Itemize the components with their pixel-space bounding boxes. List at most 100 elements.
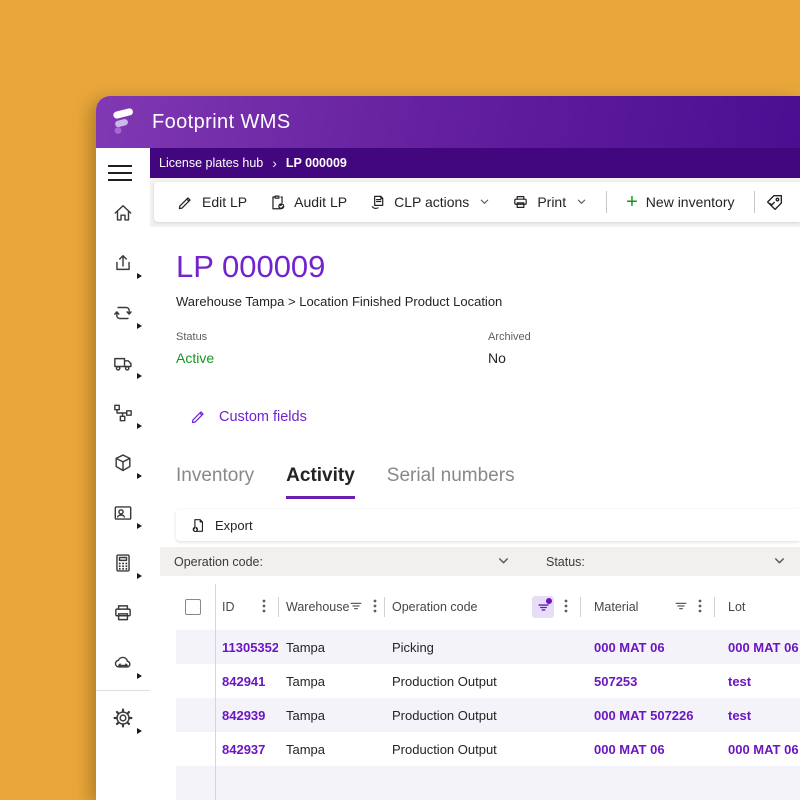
tab-inventory[interactable]: Inventory [176,465,254,499]
export-button[interactable]: Export [190,517,253,534]
row-id-link[interactable]: 11305352 [215,630,278,664]
tag-check-icon [766,194,782,210]
chevron-right-icon: › [272,155,277,171]
row-lot-link[interactable]: 000 MAT 06 [714,732,800,766]
table-row[interactable]: 842939 Tampa Production Output 000 MAT 5… [176,698,800,732]
status-field: Status Active [176,331,488,366]
clipboard-check-icon [272,194,285,209]
main-panel: License plates hub › LP 000009 Edit LP A… [150,148,800,800]
select-all-checkbox[interactable] [185,599,201,615]
sidebar-item-contacts[interactable] [96,488,150,538]
sidebar-item-home[interactable] [96,188,150,238]
package-icon [115,454,131,472]
sidebar-item-inventory[interactable] [96,438,150,488]
row-id-link[interactable]: 842939 [215,698,278,732]
archived-field: Archived No [488,331,800,366]
chevron-down-icon [497,554,510,570]
active-filter-icon[interactable] [532,596,554,618]
row-lot-link[interactable]: test [714,698,800,732]
document-hand-icon [371,195,384,209]
table-row[interactable]: 842937 Tampa Production Output 000 MAT 0… [176,732,800,766]
header-cell-id: ID [215,584,278,630]
table-row[interactable]: 842941 Tampa Production Output 507253 te… [176,664,800,698]
new-inventory-button[interactable]: + New inventory [615,182,745,222]
table-row[interactable]: 11305352 Tampa Picking 000 MAT 06 000 MA… [176,630,800,664]
column-menu-icon[interactable] [373,598,377,617]
sidebar-item-outbound[interactable] [96,238,150,288]
export-icon [192,518,204,532]
tag-actions-button[interactable] [763,182,786,222]
sidebar-item-workflow[interactable] [96,388,150,438]
gear-icon [113,708,133,728]
print-button[interactable]: Print [501,182,598,222]
toolbar: Edit LP Audit LP CLP actions Print + New… [154,182,800,222]
breadcrumb-parent[interactable]: License plates hub [159,156,263,170]
row-id-link[interactable]: 842937 [215,732,278,766]
sidebar-item-settings[interactable] [96,693,150,743]
outbound-icon [116,255,130,271]
field-group: Status Active Archived No [176,331,800,366]
status-value: Active [176,350,215,366]
clp-actions-button[interactable]: CLP actions [358,182,501,222]
app-title: Footprint WMS [152,110,291,133]
app-header: Footprint WMS [96,96,800,148]
header-cell-lot: Lot [714,584,800,630]
contact-card-icon [114,506,132,520]
table-row-partial [176,766,800,800]
column-menu-icon[interactable] [564,598,568,617]
filter-icon[interactable] [674,599,688,616]
tab-serial-numbers[interactable]: Serial numbers [387,465,515,499]
row-lot-link[interactable]: test [714,664,800,698]
operation-code-filter[interactable]: Operation code: [174,554,510,570]
sidebar-item-integration[interactable] [96,638,150,688]
plus-icon: + [626,191,638,213]
breadcrumb-current: LP 000009 [285,156,347,170]
workflow-nodes-icon [114,404,132,422]
chevron-down-icon [773,554,786,570]
edit-lp-button[interactable]: Edit LP [166,182,258,222]
tab-activity[interactable]: Activity [286,465,355,499]
sidebar-item-cycle[interactable] [96,288,150,338]
toolbar-divider [753,191,755,213]
row-material-link[interactable]: 000 MAT 06 [580,630,714,664]
row-operation-code: Picking [392,639,434,655]
row-material-link[interactable]: 507253 [580,664,714,698]
row-warehouse: Tampa [286,741,326,757]
toolbar-divider [606,191,608,213]
menu-icon[interactable] [108,158,138,188]
status-label: Status [176,331,208,343]
page-location: Warehouse Tampa > Location Finished Prod… [176,294,503,309]
sidebar-item-print[interactable] [96,588,150,638]
row-material-link[interactable]: 000 MAT 507226 [580,698,714,732]
filter-icon[interactable] [349,599,363,616]
table-header: ID Warehouse Operation code Material Lot [176,584,800,630]
sidebar-item-billing[interactable] [96,538,150,588]
column-menu-icon[interactable] [698,598,702,617]
pencil-icon [191,411,204,424]
row-lot-link[interactable]: 000 MAT 06 [714,630,800,664]
archived-label: Archived [488,331,531,343]
cycle-arrow-icon [114,306,132,320]
column-menu-icon[interactable] [262,598,266,617]
grid-filter-row: Operation code: Status: [160,547,800,576]
header-cell-select [176,584,215,630]
truck-icon [114,357,132,371]
header-cell-warehouse: Warehouse [278,584,384,630]
table-body: 11305352 Tampa Picking 000 MAT 06 000 MA… [176,630,800,800]
row-id-link[interactable]: 842941 [215,664,278,698]
app-window: Footprint WMS License plates hub › LP 00… [96,96,800,800]
calculator-icon [116,554,130,572]
breadcrumb: License plates hub › LP 000009 [150,148,800,178]
header-cell-operation-code: Operation code [384,584,580,630]
archived-value: No [488,350,506,366]
header-cell-material: Material [580,584,714,630]
row-warehouse: Tampa [286,707,326,723]
audit-lp-button[interactable]: Audit LP [258,182,358,222]
row-operation-code: Production Output [392,673,497,689]
printer-icon [115,605,131,621]
custom-fields-button[interactable]: Custom fields [190,408,800,425]
sidebar-item-shipping[interactable] [96,338,150,388]
row-material-link[interactable]: 000 MAT 06 [580,732,714,766]
tab-bar: Inventory Activity Serial numbers [176,465,800,499]
status-filter[interactable]: Status: [546,554,786,570]
